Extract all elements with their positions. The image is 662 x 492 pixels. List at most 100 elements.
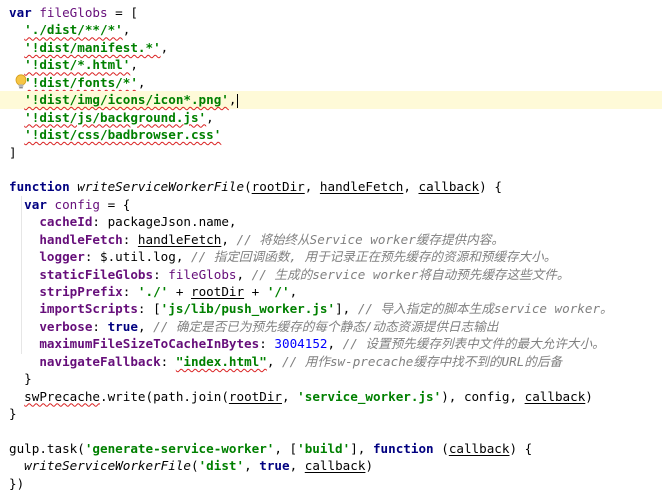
- code-line[interactable]: var fileGlobs = [: [0, 4, 662, 21]
- code-token: , [: [274, 440, 298, 456]
- code-line[interactable]: }: [0, 370, 662, 387]
- code-token: './': [137, 284, 169, 299]
- code-token: fileGlobs: [168, 266, 237, 282]
- code-line[interactable]: importScripts: ['js/lib/push_worker.js']…: [0, 300, 662, 317]
- code-token: '!dist/img/icons/icon*.png': [24, 92, 229, 108]
- code-line[interactable]: handleFetch: handleFetch, // 将始终从Service…: [0, 231, 662, 248]
- code-token: ,: [130, 57, 138, 73]
- lightbulb-icon[interactable]: [14, 74, 28, 90]
- code-line[interactable]: gulp.task('generate-service-worker', ['b…: [0, 440, 662, 457]
- code-token: handleFetch: [319, 179, 404, 195]
- code-token: rootDir: [191, 284, 245, 299]
- code-token: cacheId: [39, 214, 93, 230]
- code-line[interactable]: navigateFallback: "index.html", // 用作sw-…: [0, 353, 662, 370]
- code-token: +: [244, 284, 267, 299]
- code-line[interactable]: stripPrefix: './' + rootDir + '/',: [0, 283, 662, 300]
- code-token: ), config,: [441, 388, 525, 404]
- code-token: ): [365, 458, 374, 474]
- code-line[interactable]: '!dist/img/icons/icon*.png',: [0, 91, 662, 109]
- code-token: ,: [206, 109, 214, 125]
- code-line[interactable]: [0, 161, 662, 178]
- code-token: 'generate-service-worker': [84, 440, 275, 456]
- code-line[interactable]: maximumFileSizeToCacheInBytes: 3004152, …: [0, 335, 662, 352]
- code-token: }: [9, 371, 32, 387]
- code-token: var: [24, 196, 55, 212]
- code-line[interactable]: './dist/**/*',: [0, 21, 662, 38]
- code-token: .write(path.join(: [100, 388, 229, 404]
- code-token: fileGlobs: [39, 5, 108, 20]
- code-token: = {: [100, 196, 131, 212]
- code-lines[interactable]: var fileGlobs = [ './dist/**/*', '!dist/…: [0, 4, 662, 492]
- code-token: // 指定回调函数, 用于记录正在预先缓存的资源和预缓存大小。: [191, 249, 557, 265]
- code-token: config: [54, 196, 101, 212]
- code-token: stripPrefix: [39, 284, 123, 299]
- code-token: :: [92, 318, 108, 334]
- code-line[interactable]: logger: $.util.log, // 指定回调函数, 用于记录正在预先缓…: [0, 248, 662, 265]
- code-line[interactable]: '!dist/js/background.js',: [0, 109, 662, 126]
- code-token: ,: [281, 388, 298, 404]
- code-token: handleFetch: [39, 231, 123, 247]
- code-token: // 导入指定的脚本生成service worker。: [357, 301, 613, 317]
- code-token: }: [9, 406, 17, 422]
- code-line[interactable]: [0, 423, 662, 440]
- code-line[interactable]: verbose: true, // 确定是否已为预先缓存的每个静态/动态资源提供…: [0, 318, 662, 335]
- code-line[interactable]: writeServiceWorkerFile('dist', true, cal…: [0, 457, 662, 474]
- code-token: callback: [418, 179, 480, 195]
- code-token: writeServiceWorkerFile: [77, 179, 245, 195]
- code-token: 3004152: [274, 336, 328, 352]
- code-token: function: [372, 440, 442, 456]
- code-line[interactable]: function writeServiceWorkerFile(rootDir,…: [0, 178, 662, 195]
- code-token: ,: [122, 22, 131, 38]
- code-token: rootDir: [228, 388, 282, 404]
- code-line[interactable]: '!dist/*.html',: [0, 56, 662, 73]
- code-token: handleFetch: [137, 231, 222, 247]
- code-line[interactable]: cacheId: packageJson.name,: [0, 213, 662, 230]
- code-line[interactable]: }: [0, 405, 662, 422]
- code-line[interactable]: '!dist/manifest.*',: [0, 39, 662, 56]
- code-line[interactable]: ]: [0, 144, 662, 161]
- code-token: ,: [221, 231, 237, 247]
- code-token: ,: [228, 92, 237, 108]
- code-token: rootDir: [251, 179, 305, 195]
- code-token: 'dist': [198, 458, 245, 474]
- code-token: // 将始终从Service worker缓存提供内容。: [236, 231, 504, 247]
- code-token: '!dist/fonts/*': [24, 74, 138, 90]
- code-token: = [: [107, 5, 138, 20]
- code-token: ,: [327, 336, 343, 352]
- code-token: '/': [266, 284, 290, 299]
- code-editor[interactable]: var fileGlobs = [ './dist/**/*', '!dist/…: [0, 0, 662, 491]
- code-token: "index.html": [175, 353, 267, 369]
- code-line[interactable]: '!dist/fonts/*',: [0, 74, 662, 91]
- code-token: importScripts: [39, 301, 138, 317]
- code-token: callback: [524, 388, 586, 404]
- code-token: navigateFallback: [39, 353, 161, 369]
- code-token: gulp.task(: [9, 440, 85, 456]
- code-line[interactable]: var config = {: [0, 196, 662, 213]
- code-token: ,: [137, 74, 146, 90]
- code-token: ,: [266, 353, 283, 369]
- code-token: : packageJson.name,: [92, 214, 237, 230]
- code-token: (: [441, 440, 449, 456]
- code-token: ,: [403, 179, 419, 195]
- code-line[interactable]: '!dist/css/badbrowser.css': [0, 126, 662, 143]
- text-caret: [237, 93, 239, 108]
- code-token: ,: [304, 179, 320, 195]
- code-line[interactable]: }): [0, 475, 662, 492]
- code-token: ],: [350, 440, 373, 456]
- code-line[interactable]: staticFileGlobs: fileGlobs, // 生成的servic…: [0, 266, 662, 283]
- code-line[interactable]: swPrecache.write(path.join(rootDir, 'ser…: [0, 388, 662, 405]
- code-token: function: [9, 179, 78, 195]
- code-token: // 确定是否已为预先缓存的每个静态/动态资源提供日志输出: [153, 318, 499, 334]
- code-token: }): [9, 475, 25, 491]
